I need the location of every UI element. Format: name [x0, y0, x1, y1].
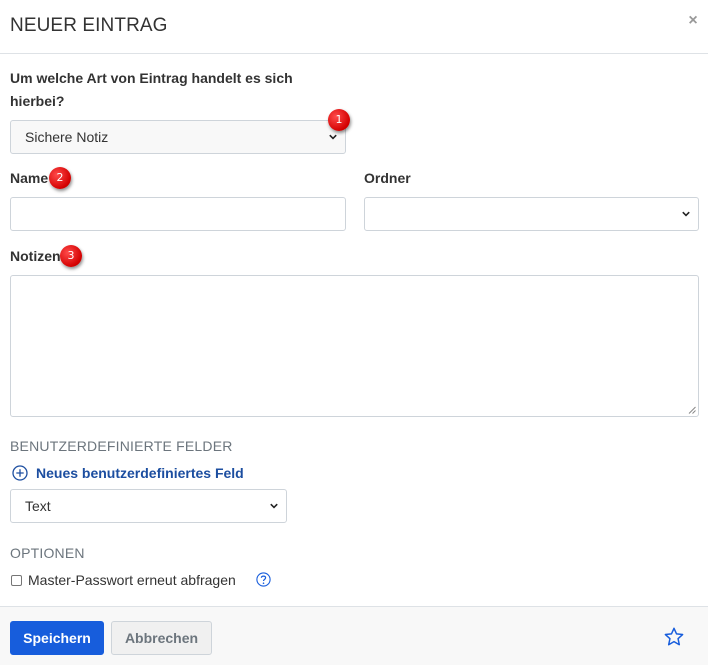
reprompt-label[interactable]: Master-Passwort erneut abfragen — [28, 570, 236, 590]
type-select[interactable]: Sichere Notiz — [10, 120, 346, 154]
type-label-line1: Um welche Art von Eintrag handelt es sic… — [10, 70, 293, 86]
cancel-button[interactable]: Abbrechen — [111, 621, 212, 655]
dialog-header: NEUER EINTRAG × — [0, 0, 708, 54]
options-heading: OPTIONEN — [10, 545, 85, 561]
add-custom-field-link[interactable]: Neues benutzerdefiniertes Feld — [12, 463, 244, 483]
plus-circle-icon — [12, 465, 28, 481]
type-label-line2: hierbei? — [10, 93, 65, 109]
name-label: Name — [10, 170, 49, 186]
dialog-title: NEUER EINTRAG — [10, 15, 168, 36]
chevron-down-icon — [682, 211, 690, 217]
chevron-down-icon — [270, 503, 278, 509]
custom-field-type-select[interactable]: Text — [10, 489, 287, 523]
custom-fields-heading: BENUTZERDEFINIERTE FELDER — [10, 438, 233, 454]
annotation-badge-3: 3 — [60, 245, 82, 267]
annotation-badge-1: 1 — [328, 109, 350, 131]
folder-label: Ordner — [364, 170, 411, 186]
notes-label: Notizen — [10, 248, 61, 264]
annotation-badge-2: 2 — [49, 167, 71, 189]
notes-textarea[interactable] — [10, 275, 699, 417]
name-input[interactable] — [10, 197, 346, 231]
reprompt-checkbox[interactable] — [11, 575, 22, 586]
save-button[interactable]: Speichern — [10, 621, 104, 655]
chevron-down-icon — [329, 134, 337, 140]
star-icon[interactable] — [663, 626, 685, 648]
help-icon[interactable] — [256, 572, 271, 587]
type-select-value: Sichere Notiz — [25, 129, 109, 145]
add-custom-field-label: Neues benutzerdefiniertes Feld — [36, 465, 244, 481]
custom-field-type-value: Text — [25, 498, 51, 514]
resize-grip-icon[interactable] — [688, 406, 696, 414]
dialog-footer — [0, 606, 708, 665]
folder-select[interactable] — [364, 197, 699, 231]
close-icon[interactable]: × — [686, 13, 700, 29]
